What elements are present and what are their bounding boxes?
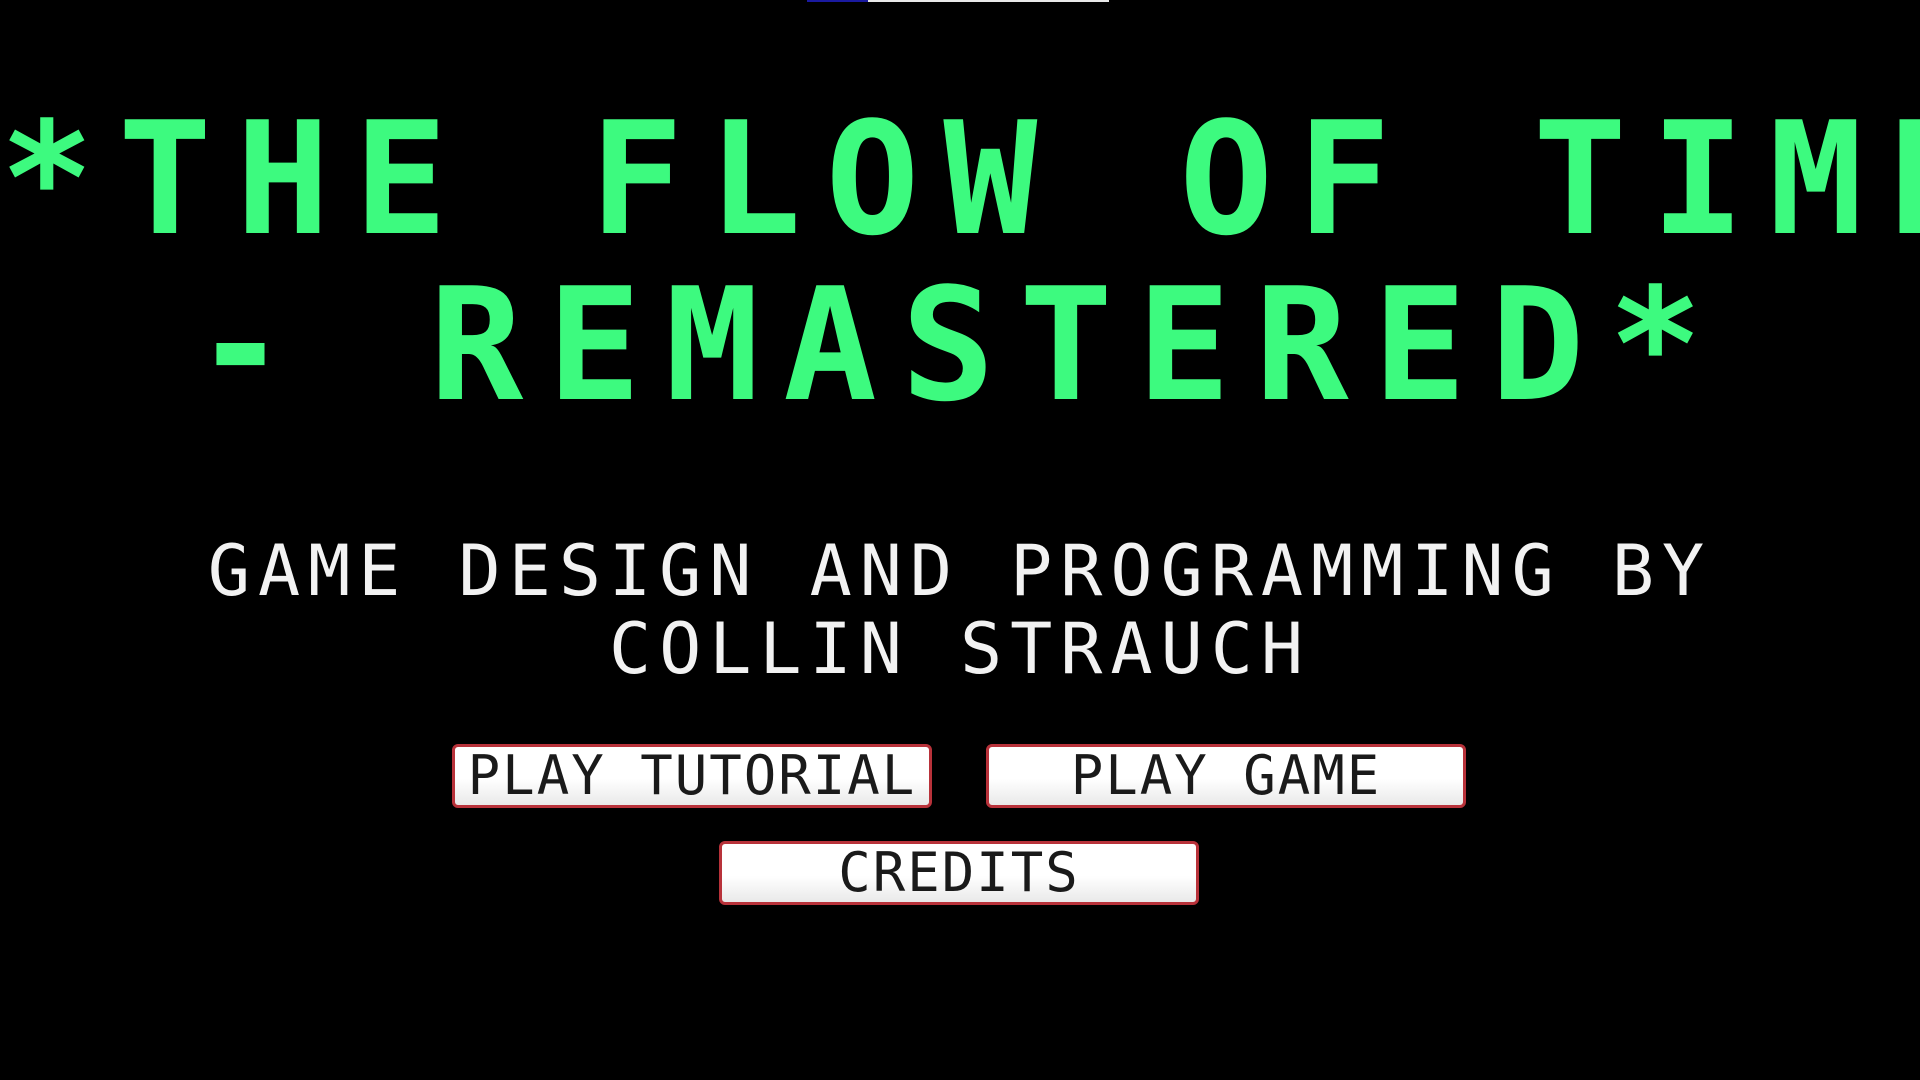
game-title: *THE FLOW OF TIME - REMASTERED* [0, 96, 1920, 428]
credits-button[interactable]: CREDITS [719, 841, 1199, 905]
play-tutorial-button[interactable]: PLAY TUTORIAL [452, 744, 932, 808]
play-game-button[interactable]: PLAY GAME [986, 744, 1466, 808]
game-title-line-2: - REMASTERED* [193, 254, 1727, 436]
top-strip-track [868, 0, 1109, 2]
top-progress-strip [807, 0, 1109, 2]
top-strip-accent [807, 0, 868, 2]
game-title-line-1: *THE FLOW OF TIME [0, 88, 1920, 270]
credits-subtitle: GAME DESIGN AND PROGRAMMING BY COLLIN ST… [207, 530, 1713, 690]
